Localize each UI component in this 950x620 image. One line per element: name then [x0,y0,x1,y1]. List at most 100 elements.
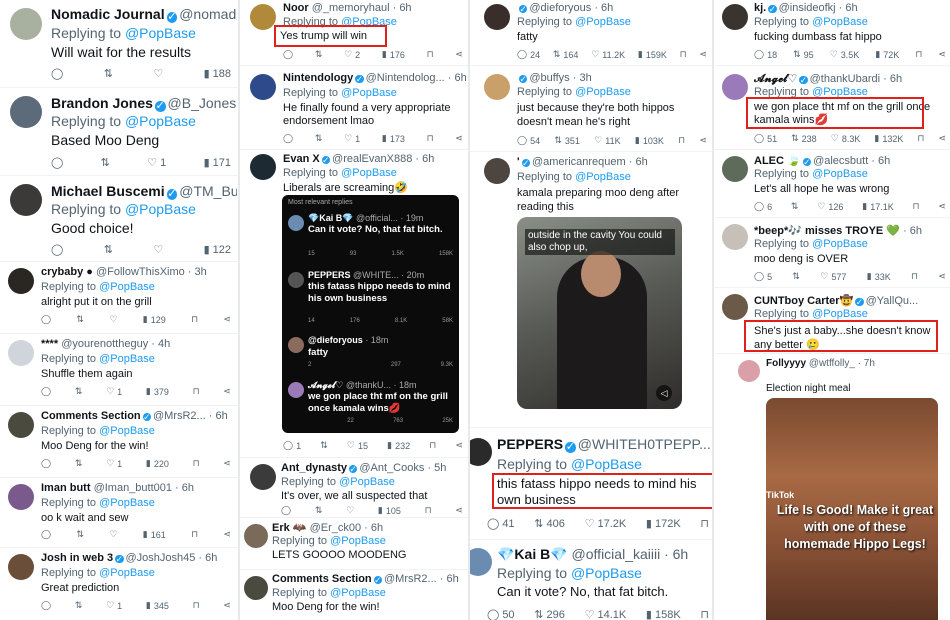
avatar[interactable] [722,4,748,30]
display-name[interactable]: PEPPERS [497,436,563,452]
like-button[interactable]: ♡ 11.2K [591,50,625,60]
views-button[interactable]: ▮ 171 [204,156,231,169]
reply-tweet[interactable]: Nintendology ✓ @Nintendolog... · 6h Replyi… [240,66,468,150]
views-button[interactable]: ▮ 172K [646,517,681,530]
handle[interactable]: @Nintendolog... · 6h [366,72,466,84]
mention-link[interactable]: @PopBase [812,168,868,180]
mention-link[interactable]: @PopBase [812,308,868,320]
views-button[interactable]: ▮ 158K [646,608,681,620]
share-button[interactable]: ⋖ [223,530,231,540]
avatar[interactable] [8,484,34,510]
display-name[interactable]: ALEC 🍃 [754,155,801,167]
retweet-button[interactable]: ⇅ [75,459,83,469]
avatar[interactable] [250,154,276,180]
display-name[interactable]: Follyyyy [766,358,806,369]
reply-tweet[interactable]: Follyyyy @wtffolly_ · 7h Election night … [714,354,950,620]
avatar[interactable] [10,8,42,40]
share-button[interactable]: ⋖ [938,50,946,60]
reply-tweet[interactable]: ALEC 🍃 ✓ @alecsbutt · 6h Replying to @PopB… [714,150,950,218]
views-button[interactable]: ▮ 188 [204,67,231,80]
share-button[interactable]: ⋖ [938,134,946,144]
views-button[interactable]: ▮ 220 [146,459,169,469]
video-player[interactable]: outside in the cavity You could also cho… [517,217,682,409]
embedded-screenshot[interactable]: Most relevant replies 💎Kai B💎 @official.… [282,195,459,433]
handle[interactable]: @nomadicj... [179,6,237,22]
reply-button[interactable]: ◯ [41,601,51,611]
display-name[interactable]: 𝓐𝓷𝓰𝓮𝓵♡ [754,73,797,85]
reply-tweet[interactable]: PEPPERS✓@WHITEH0TPEPP... · 6h Replying t… [470,428,712,540]
display-name[interactable]: Evan X [283,153,320,165]
avatar[interactable] [484,4,510,30]
display-name[interactable]: Nintendology [283,72,353,84]
share-button[interactable]: ⋖ [455,50,463,60]
retweet-button[interactable]: ⇅ 406 [534,517,565,530]
handle[interactable]: @americanrequem · 6h [532,156,648,168]
display-name[interactable]: Nomadic Journal [51,6,165,22]
bookmark-button[interactable]: ⊓ [915,50,922,60]
avatar[interactable] [8,554,34,580]
views-button[interactable]: ▮ 159K [638,50,667,60]
handle[interactable]: · 6h [903,225,922,237]
display-name[interactable]: crybaby [41,266,83,278]
handle[interactable]: @B_Jones20... [168,95,237,111]
reply-tweet[interactable]: Brandon Jones✓@B_Jones20... Replying to … [0,88,238,176]
display-name[interactable]: Comments Section [272,573,372,585]
retweet-button[interactable]: ⇅ [315,134,323,144]
display-name[interactable]: Comments Section [41,410,141,422]
reply-button[interactable]: ◯ 18 [754,50,777,60]
avatar[interactable] [8,268,34,294]
share-button[interactable]: ⋖ [699,50,707,60]
reply-tweet[interactable]: 𝓐𝓷𝓰𝓮𝓵♡ ✓ @thankUbardi · 6h Replying to @Po… [714,66,950,150]
share-button[interactable]: ⋖ [699,136,707,146]
mention-link[interactable]: @PopBase [330,535,386,547]
views-button[interactable]: ▮ 103K [635,136,664,146]
reply-button[interactable]: ◯ [41,530,51,540]
bookmark-button[interactable]: ⊓ [425,506,432,516]
avatar[interactable] [10,184,42,216]
share-button[interactable]: ⋖ [223,601,231,611]
reply-tweet[interactable]: Noor @_memoryhaul · 6h Replying to @PopB… [240,0,468,66]
display-name[interactable]: **** [41,338,58,350]
share-button[interactable]: ⋖ [455,506,463,516]
handle[interactable]: @_memoryhaul · 6h [312,2,412,14]
handle[interactable]: @realEvanX888 · 6h [332,153,434,165]
handle[interactable]: @MrsR2... · 6h [153,410,228,422]
display-name[interactable]: ' [517,156,520,168]
avatar[interactable] [470,548,492,576]
handle[interactable]: @official_kaiiii · 6h [572,546,689,562]
mention-link[interactable]: @PopBase [575,86,631,98]
like-button[interactable]: ♡ 2 [344,50,360,60]
like-button[interactable]: ♡ [153,67,163,80]
reply-button[interactable]: ◯ [283,134,293,144]
reply-button[interactable]: ◯ 51 [754,134,777,144]
share-button[interactable]: ⋖ [455,441,463,451]
display-name[interactable]: Iman butt [41,482,91,494]
bookmark-button[interactable]: ⊓ [427,50,434,60]
bookmark-button[interactable]: ⊓ [913,202,920,212]
avatar[interactable] [250,464,276,490]
display-name[interactable]: Michael Buscemi [51,183,165,199]
retweet-button[interactable]: ⇅ [315,506,323,516]
reply-button[interactable]: ◯ [283,50,293,60]
retweet-button[interactable]: ⇅ [791,202,799,212]
reply-tweet[interactable]: *beep*🎶 misses TROYE 💚 · 6h Replying to … [714,218,950,288]
like-button[interactable]: ♡ 8.3K [831,134,861,144]
reply-tweet[interactable]: 💎Kai B💎 @official_kaiiii · 6h Replying t… [470,540,712,620]
handle[interactable]: @FollowThisXimo · 3h [96,266,207,278]
views-button[interactable]: ▮ 105 [378,506,401,516]
bookmark-button[interactable]: ⊓ [429,441,436,451]
handle[interactable]: @dieforyous · 6h [529,2,613,14]
like-button[interactable]: ♡ 126 [817,202,843,212]
retweet-button[interactable]: ⇅ [75,601,83,611]
display-name[interactable]: Brandon Jones [51,95,153,111]
mention-link[interactable]: @PopBase [575,171,631,183]
share-button[interactable]: ⋖ [938,202,946,212]
avatar[interactable] [738,360,760,382]
like-button[interactable]: ♡ 1 [106,387,122,397]
reply-tweet[interactable]: Comments Section ✓ @MrsR2... · 6h Replying… [0,406,238,478]
avatar[interactable] [484,158,510,184]
like-button[interactable]: ♡ 577 [820,272,846,282]
retweet-button[interactable]: ⇅ [76,530,84,540]
bookmark-button[interactable]: ⊓ [678,136,685,146]
like-button[interactable]: ♡ 1 [147,156,166,169]
